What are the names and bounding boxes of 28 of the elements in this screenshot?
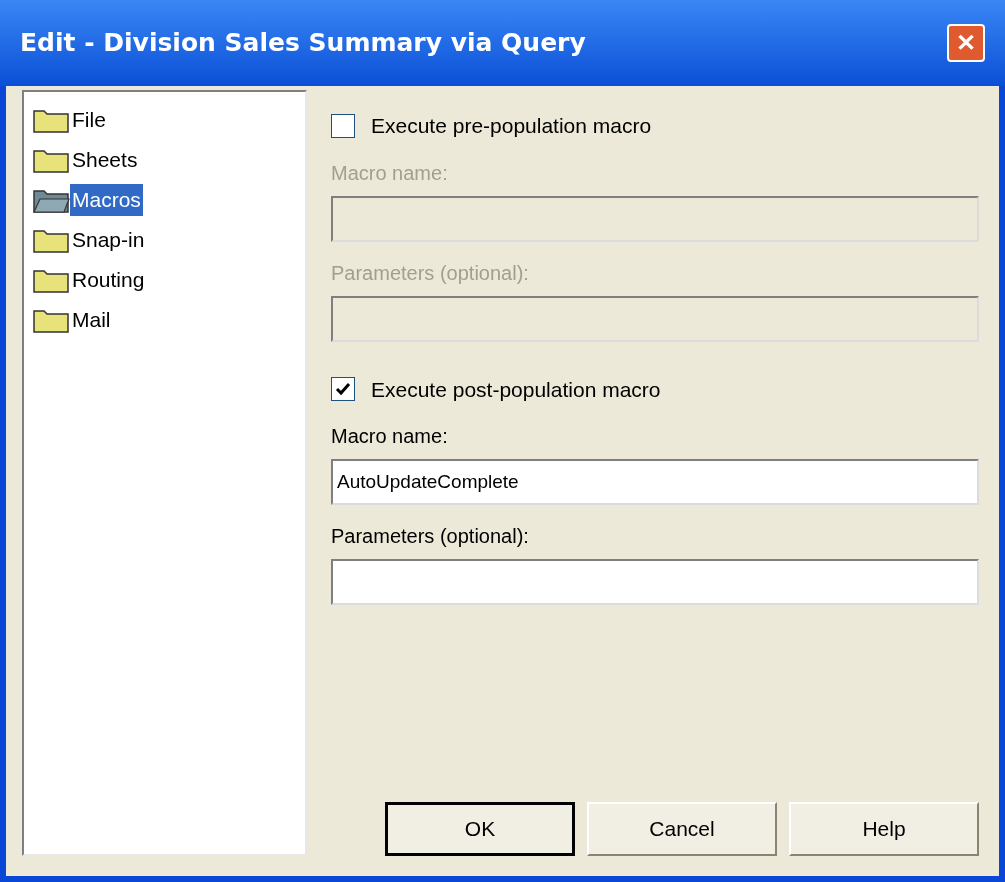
folder-icon	[32, 267, 70, 293]
tree-item[interactable]: Routing	[70, 264, 147, 296]
tree-item[interactable]: Snap-in	[70, 224, 147, 256]
field-label: Macro name:	[331, 160, 449, 186]
tree-item[interactable]: Macros	[70, 184, 143, 216]
checkbox-label: Execute pre-population macro	[371, 113, 652, 139]
input-field[interactable]: AutoUpdateComplete	[331, 459, 979, 505]
tree-item[interactable]: Mail	[70, 304, 113, 336]
folder-icon	[32, 147, 70, 173]
checkbox[interactable]	[331, 377, 355, 402]
window-title: Edit - Division Sales Summary via Query	[20, 27, 586, 60]
field-label: Parameters (optional):	[331, 524, 530, 549]
close-button[interactable]: ✕	[947, 24, 985, 62]
dialog-button[interactable]: Help	[789, 802, 979, 856]
input-field[interactable]	[331, 559, 979, 605]
dialog-button[interactable]: Cancel	[587, 802, 777, 856]
folder-icon	[32, 307, 70, 333]
checkbox[interactable]	[331, 113, 355, 138]
folder-icon	[32, 107, 70, 133]
field-label: Parameters (optional):	[331, 260, 530, 286]
folder-icon	[32, 227, 70, 253]
dialog-button[interactable]: OK	[385, 802, 575, 856]
check-icon	[335, 381, 351, 398]
folder-icon	[32, 187, 70, 213]
tree-item[interactable]: Sheets	[70, 144, 140, 176]
checkbox-label: Execute post-population macro	[371, 376, 661, 403]
tree-item[interactable]: File	[70, 104, 108, 136]
field-label: Macro name:	[331, 424, 449, 449]
